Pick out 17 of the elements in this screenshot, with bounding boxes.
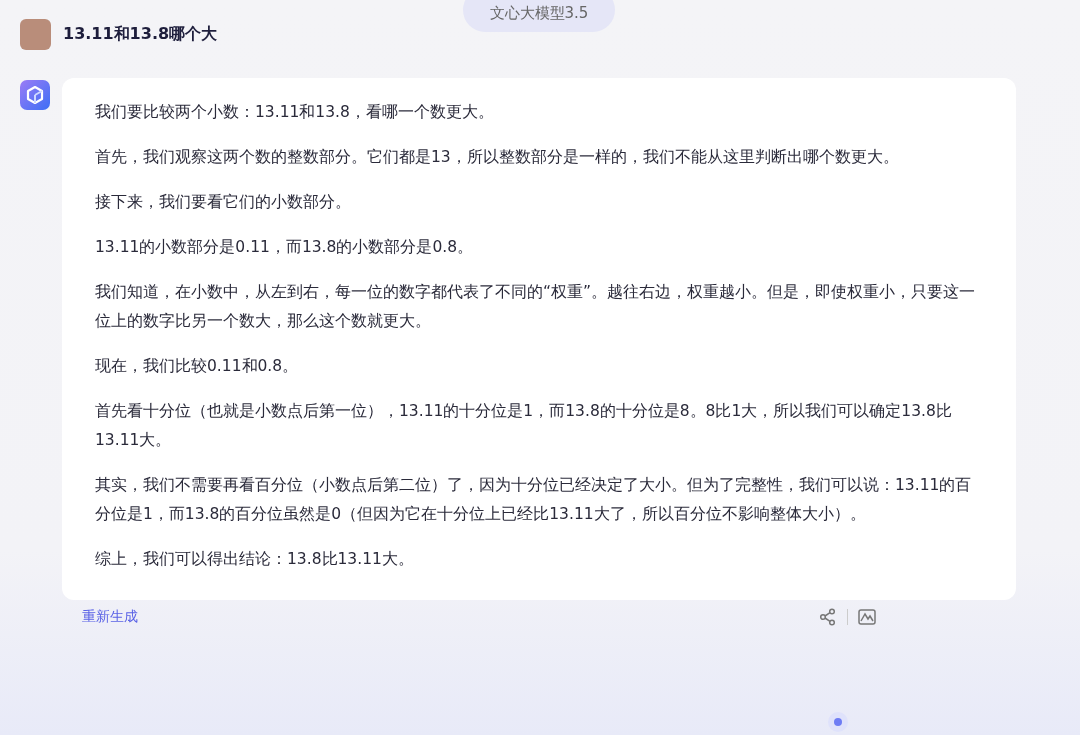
answer-paragraph: 接下来，我们要看它们的小数部分。	[95, 192, 352, 213]
answer-paragraph: 其实，我们不需要再看百分位（小数点后第二位）了，因为十分位已经决定了大小。但为了完整性，我们可以说：13.11的百分位是1，而13.8的百分位虽然是0（但因为它在十分位上已经比13.11大了，所以百分位不影响整体大小）。	[95, 475, 973, 525]
user-avatar	[20, 18, 51, 50]
user-question: 13.11和13.8哪个大	[63, 23, 218, 45]
answer-paragraph: 我们要比较两个小数：13.11和13.8，看哪一个数更大。	[95, 102, 495, 123]
share-icon[interactable]	[819, 608, 837, 626]
answer-paragraph: 我们知道，在小数中，从左到右，每一位的数字都代表了不同的“权重”。越往右边，权重越小。但是，即使权重小，只要这一位上的数字比另一个数大，那么这个数就更大。	[95, 282, 977, 332]
regenerate-link[interactable]: 重新生成	[82, 608, 138, 626]
scroll-marker-icon	[827, 711, 849, 733]
answer-paragraph: 首先看十分位（也就是小数点后第一位），13.11的十分位是1，而13.8的十分位是8。8比1大，所以我们可以确定13.8比13.11大。	[95, 401, 953, 451]
answer-paragraph: 13.11的小数部分是0.11，而13.8的小数部分是0.8。	[95, 237, 475, 258]
model-badge[interactable]: 文心大模型3.5	[463, 0, 615, 32]
bot-logo-icon	[20, 80, 50, 110]
answer-paragraph: 现在，我们比较0.11和0.8。	[95, 356, 300, 377]
image-icon[interactable]	[858, 609, 876, 625]
answer-paragraph: 首先，我们观察这两个数的整数部分。它们都是13，所以整数部分是一样的，我们不能从这里判断出哪个数更大。	[95, 147, 900, 168]
answer-paragraph: 综上，我们可以得出结论：13.8比13.11大。	[95, 549, 415, 570]
